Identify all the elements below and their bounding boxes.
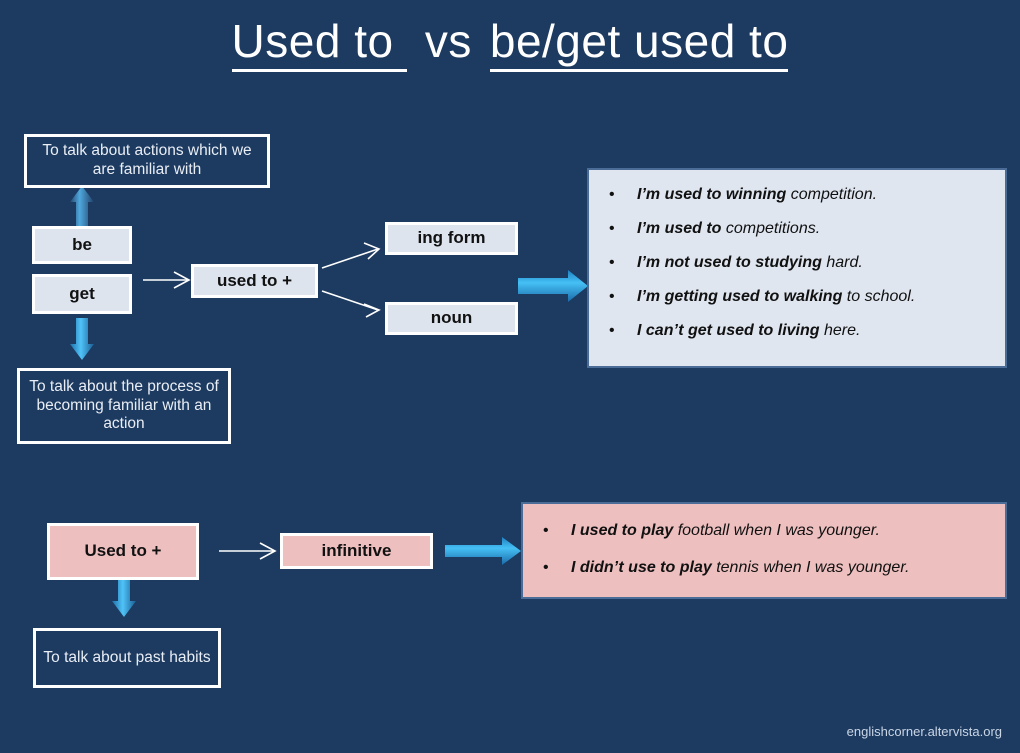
example-rest: here.	[819, 322, 861, 339]
example-bold: I can’t get used to living	[637, 322, 820, 339]
purpose-box-be: To talk about actions which we are famil…	[24, 134, 270, 188]
example-bold: I used to play	[571, 522, 674, 539]
example-item: I’m getting used to walking to school.	[609, 288, 1005, 306]
verb-box-get[interactable]: get	[32, 274, 132, 314]
example-bold: I’m used to winning	[637, 186, 787, 203]
title-separator: vs	[424, 15, 472, 67]
page-title: Used to vs be/get used to	[0, 14, 1020, 72]
example-item: I can’t get used to living here.	[609, 322, 1005, 340]
arrow-down-get	[70, 318, 94, 360]
example-item: I’m used to winning competition.	[609, 186, 1005, 204]
example-rest: tennis when I was younger.	[711, 559, 910, 576]
arrow-up-be	[70, 186, 94, 228]
footer-credit: englishcorner.altervista.org	[846, 724, 1002, 739]
example-rest: competition.	[786, 186, 878, 203]
examples-list-bottom: I used to play football when I was young…	[543, 522, 1005, 577]
example-item: I didn’t use to play tennis when I was y…	[543, 559, 1005, 577]
example-item: I used to play football when I was young…	[543, 522, 1005, 540]
complement-box-infinitive[interactable]: infinitive	[280, 533, 433, 569]
examples-list-top: I’m used to winning competition. I’m use…	[609, 186, 1005, 340]
arrow-down-past-habits	[112, 578, 136, 617]
example-bold: I’m getting used to walking	[637, 288, 843, 305]
slide-canvas: Used to vs be/get used to To talk about …	[0, 0, 1020, 753]
examples-panel-be-get-used-to: I’m used to winning competition. I’m use…	[587, 168, 1007, 368]
block-arrow-to-bottom-examples	[445, 537, 521, 565]
example-rest: football when I was younger.	[673, 522, 880, 539]
example-rest: competitions.	[721, 220, 821, 237]
block-arrow-to-top-examples	[518, 270, 588, 302]
example-rest: to school.	[842, 288, 916, 305]
arrow-get-to-structure	[143, 271, 191, 289]
examples-panel-used-to: I used to play football when I was young…	[521, 502, 1007, 599]
arrow-structure-to-noun	[321, 290, 381, 318]
example-bold: I’m not used to studying	[637, 254, 822, 271]
title-part-1: Used to	[231, 15, 407, 72]
example-bold: I didn’t use to play	[571, 559, 712, 576]
title-part-2: be/get used to	[489, 15, 789, 72]
example-rest: hard.	[821, 254, 863, 271]
complement-box-noun[interactable]: noun	[385, 302, 518, 335]
arrow-used-to-to-infinitive	[219, 542, 277, 560]
structure-box-used-to-plus[interactable]: used to +	[191, 264, 318, 298]
example-item: I’m used to competitions.	[609, 220, 1005, 238]
complement-box-ing-form[interactable]: ing form	[385, 222, 518, 255]
purpose-box-past-habits: To talk about past habits	[33, 628, 221, 688]
arrow-structure-to-ing	[321, 242, 381, 269]
structure-box-used-to-past[interactable]: Used to +	[47, 523, 199, 580]
purpose-box-get: To talk about the process of becoming fa…	[17, 368, 231, 444]
example-item: I’m not used to studying hard.	[609, 254, 1005, 272]
verb-box-be[interactable]: be	[32, 226, 132, 264]
example-bold: I’m used to	[637, 220, 722, 237]
